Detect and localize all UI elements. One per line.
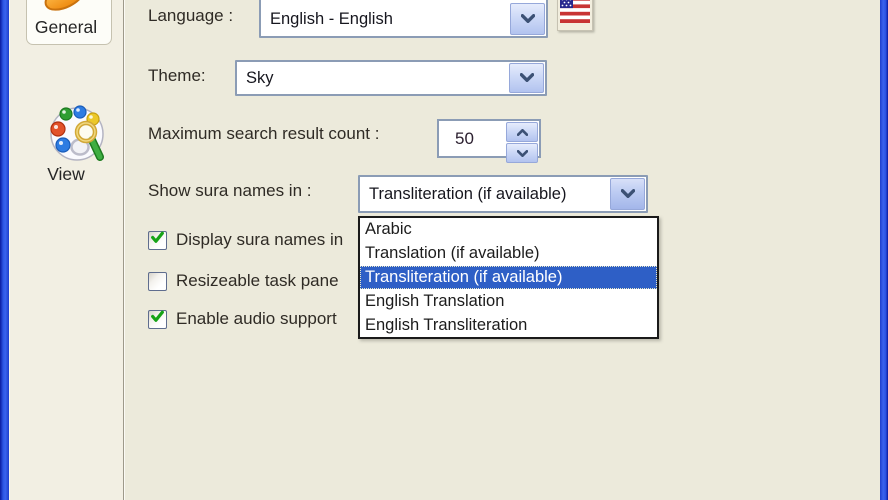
sidebar-item-view-label: View [47, 164, 85, 184]
sura-names-dropdown-list: Arabic Translation (if available) Transl… [358, 216, 659, 339]
sidebar-item-view[interactable]: View [9, 50, 123, 184]
preferences-dialog: General View Language: English - Englis… [0, 0, 888, 500]
checkbox-checked[interactable] [148, 309, 167, 329]
palette-icon [49, 104, 105, 162]
checkbox-unchecked[interactable] [148, 271, 167, 291]
dropdown-option-translation[interactable]: Translation (if available) [360, 242, 657, 266]
language-combobox[interactable]: English - English [259, 0, 548, 38]
category-sidebar: General View [9, 0, 124, 500]
theme-dropdown-button[interactable] [509, 63, 544, 93]
sura-names-combobox-value: Transliteration (if available) [369, 184, 567, 203]
max-search-count-value: 50 [455, 128, 474, 148]
enable-audio-support-checkbox-label: Enable audio support [176, 309, 337, 328]
dropdown-option-english-transliteration[interactable]: English Transliteration [360, 313, 657, 337]
max-search-count-label: Maximum search result count : [148, 124, 380, 143]
sura-names-combobox[interactable]: Transliteration (if available) [358, 175, 648, 213]
chevron-down-icon [519, 69, 534, 87]
chevron-up-icon [516, 123, 528, 141]
check-icon [150, 230, 165, 250]
general-icon [37, 0, 93, 16]
language-combobox-value: English - English [270, 10, 393, 28]
theme-combobox[interactable]: Sky [235, 60, 547, 96]
chevron-down-icon [516, 144, 528, 162]
window-border-left [0, 0, 9, 500]
language-dropdown-button[interactable] [510, 3, 545, 35]
checkbox-checked[interactable] [148, 230, 167, 250]
theme-label: Theme: [148, 66, 206, 85]
resizeable-task-pane-checkbox[interactable]: Resizeable task pane [148, 271, 339, 291]
check-icon [150, 309, 165, 329]
resizeable-task-pane-checkbox-label: Resizeable task pane [176, 271, 339, 290]
sidebar-item-general[interactable]: General [9, 0, 123, 46]
theme-combobox-value: Sky [246, 68, 274, 87]
enable-audio-support-checkbox[interactable]: Enable audio support [148, 309, 337, 329]
chevron-down-icon [520, 10, 535, 28]
dropdown-option-transliteration-selected[interactable]: Transliteration (if available) [360, 265, 657, 290]
max-search-count-spinner[interactable]: 50 [437, 119, 541, 163]
sura-names-dropdown-button[interactable] [610, 178, 645, 210]
sura-names-label: Show sura names in : [148, 181, 312, 200]
chevron-down-icon [620, 185, 635, 203]
display-sura-names-checkbox-label: Display sura names in [176, 230, 344, 249]
dropdown-option-arabic[interactable]: Arabic [360, 218, 657, 242]
us-flag-icon [557, 0, 593, 31]
window-border-right [880, 0, 888, 500]
sidebar-item-general-label: General [34, 17, 98, 37]
display-sura-names-checkbox[interactable]: Display sura names in [148, 230, 343, 250]
dropdown-option-english-translation[interactable]: English Translation [360, 289, 657, 313]
spinner-down-button[interactable] [506, 143, 538, 163]
spinner-up-button[interactable] [506, 122, 538, 142]
language-label: Language : [148, 6, 234, 25]
